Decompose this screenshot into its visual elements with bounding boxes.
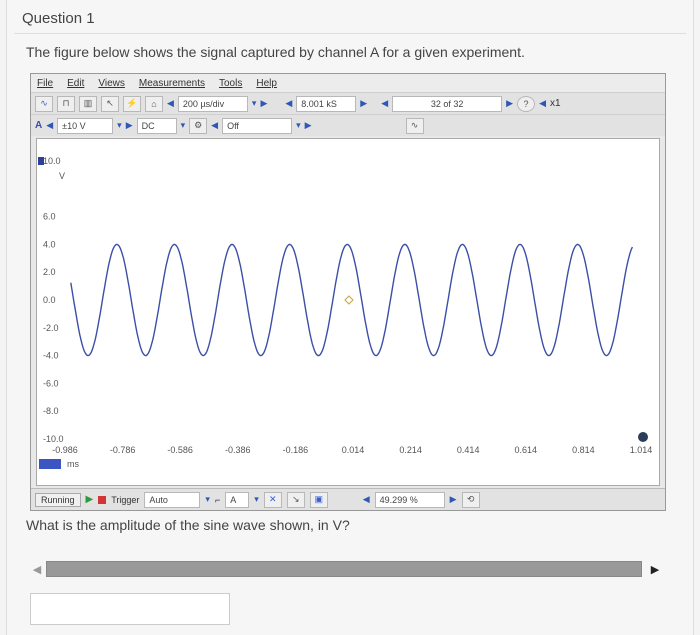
- question-prompt: What is the amplitude of the sine wave s…: [26, 517, 350, 533]
- y-unit-label: V: [59, 171, 65, 181]
- filter-dropdown-icon[interactable]: ▾: [296, 120, 301, 131]
- filter-prev-icon[interactable]: ◀: [211, 120, 218, 131]
- scope-mode-icon[interactable]: ∿: [35, 95, 53, 112]
- question-title: Question 1: [22, 10, 95, 27]
- persistence-mode-icon[interactable]: ⊓: [57, 95, 75, 112]
- timebase-next-icon[interactable]: ▶: [260, 98, 267, 109]
- rising-edge-icon[interactable]: ⌐: [215, 495, 220, 505]
- menu-measurements[interactable]: Measurements: [139, 78, 205, 89]
- y-tick-label: 2.0: [43, 267, 56, 277]
- range-next-icon[interactable]: ▶: [126, 120, 133, 131]
- spectrum-mode-icon[interactable]: ▥: [79, 95, 97, 112]
- y-tick-label: 6.0: [43, 212, 56, 222]
- channel-options-icon[interactable]: ⚙: [189, 117, 208, 134]
- divider: [14, 33, 686, 34]
- filter-next-icon[interactable]: ▶: [305, 120, 312, 131]
- status-bar: Running ▶ Trigger Auto ▾ ⌐ A ▾ ✕ ↘ ▣ ◀ 4…: [31, 488, 665, 510]
- samples-select[interactable]: 8.001 kS: [296, 95, 357, 112]
- trigger-level-icon[interactable]: ▣: [309, 491, 328, 508]
- x-tick-label: 0.814: [572, 445, 595, 455]
- trigger-channel-select[interactable]: A: [225, 491, 250, 508]
- x-tick-label: 0.014: [342, 445, 365, 455]
- menu-bar: File Edit Views Measurements Tools Help: [31, 74, 665, 92]
- pointer-icon[interactable]: ↖: [101, 95, 119, 112]
- range-select[interactable]: ±10 V: [57, 117, 114, 134]
- x-tick-label: -0.386: [225, 445, 251, 455]
- question-intro: The figure below shows the signal captur…: [26, 44, 525, 60]
- cursor-icon[interactable]: ✕: [263, 491, 282, 508]
- pretrigger-field[interactable]: 49.299 %: [374, 491, 445, 508]
- x-tick-label: 0.414: [457, 445, 480, 455]
- menu-file[interactable]: File: [37, 78, 53, 89]
- advanced-trigger-icon[interactable]: ⟲: [461, 491, 480, 508]
- zoom-prev-icon[interactable]: ◀: [539, 98, 546, 109]
- x-tick-label: -0.786: [110, 445, 136, 455]
- filter-select[interactable]: Off: [222, 117, 293, 134]
- x-unit-label: ms: [67, 459, 79, 469]
- x-tick-label: -0.186: [283, 445, 309, 455]
- pretrigger-prev-icon[interactable]: ◀: [363, 494, 370, 505]
- trigger-marker: [344, 295, 354, 305]
- x-tick-label: -0.986: [52, 445, 78, 455]
- range-prev-icon[interactable]: ◀: [46, 120, 53, 131]
- y-tick-label: 4.0: [43, 239, 56, 249]
- range-dropdown-icon[interactable]: ▾: [117, 120, 122, 131]
- menu-tools[interactable]: Tools: [219, 78, 242, 89]
- buffer-prev-icon[interactable]: ◀: [381, 98, 388, 109]
- samples-next-icon[interactable]: ▶: [360, 98, 367, 109]
- home-icon[interactable]: ⌂: [145, 95, 163, 112]
- answer-input[interactable]: [30, 593, 230, 625]
- waveform-chart: 10.0 6.0 4.0 2.0 0.0 -2.0 -4.0 -6.0 -8.0 -10.0 V -0…: [38, 156, 653, 469]
- y-tick-label: -6.0: [43, 378, 59, 388]
- menu-views[interactable]: Views: [98, 78, 125, 89]
- running-status: Running: [35, 492, 81, 507]
- help-circle-icon[interactable]: ?: [517, 95, 536, 112]
- menu-edit[interactable]: Edit: [67, 78, 84, 89]
- channel-label: A: [35, 120, 43, 131]
- trigger-channel-dropdown-icon[interactable]: ▾: [254, 494, 259, 505]
- y-tick-label: 0.0: [43, 295, 56, 305]
- x-tick-label: 0.614: [515, 445, 538, 455]
- y-tick-label: 10.0: [43, 156, 61, 166]
- trigger-mode-dropdown-icon[interactable]: ▾: [205, 494, 210, 505]
- coupling-select[interactable]: DC: [136, 117, 177, 134]
- channel-toolbar: A ◀ ±10 V ▾ ▶ DC ▾ ⚙ ◀ Off ▾ ▶ ∿: [31, 114, 665, 136]
- timebase-select[interactable]: 200 µs/div: [177, 95, 248, 112]
- scope-plot-area[interactable]: 10.0 6.0 4.0 2.0 0.0 -2.0 -4.0 -6.0 -8.0 -10.0 V -0…: [36, 138, 660, 486]
- x-tick-label: 0.214: [399, 445, 422, 455]
- start-icon[interactable]: ▶: [86, 494, 94, 505]
- oscilloscope-window: File Edit Views Measurements Tools Help …: [30, 73, 666, 511]
- math-channel-icon[interactable]: ∿: [405, 117, 424, 134]
- x-tick-label: -0.586: [167, 445, 193, 455]
- samples-prev-icon[interactable]: ◀: [285, 98, 292, 109]
- buffer-select[interactable]: 32 of 32: [392, 95, 503, 112]
- trigger-mode-select[interactable]: Auto: [144, 491, 201, 508]
- y-tick-label: -8.0: [43, 406, 59, 416]
- buffer-next-icon[interactable]: ▶: [506, 98, 513, 109]
- timebase-prev-icon[interactable]: ◀: [167, 98, 174, 109]
- scroll-right-icon[interactable]: ▶: [648, 561, 662, 577]
- ruler-handle: [638, 432, 648, 442]
- y-tick-label: -4.0: [43, 351, 59, 361]
- coupling-dropdown-icon[interactable]: ▾: [181, 120, 186, 131]
- y-tick-label: -10.0: [43, 434, 64, 444]
- y-tick-label: -2.0: [43, 323, 59, 333]
- falling-edge-icon[interactable]: ↘: [286, 491, 305, 508]
- channel-marker: [38, 157, 44, 165]
- x-tick-label: 1.014: [630, 445, 653, 455]
- x-unit-badge: [39, 459, 61, 469]
- zoom-level: x1: [549, 98, 561, 109]
- trigger-label: Trigger: [111, 494, 140, 505]
- pretrigger-next-icon[interactable]: ▶: [450, 494, 457, 505]
- main-toolbar: ∿ ⊓ ▥ ↖ ⚡ ⌂ ◀ 200 µs/div ▾ ▶ ◀ 8.001 kS …: [31, 92, 665, 114]
- scroll-left-icon[interactable]: ◀: [30, 561, 44, 577]
- auto-setup-icon[interactable]: ⚡: [123, 95, 141, 112]
- timebase-dropdown-icon[interactable]: ▾: [252, 98, 257, 109]
- horizontal-scrollbar[interactable]: [46, 561, 642, 577]
- menu-help[interactable]: Help: [256, 78, 277, 89]
- stop-icon[interactable]: [98, 495, 107, 504]
